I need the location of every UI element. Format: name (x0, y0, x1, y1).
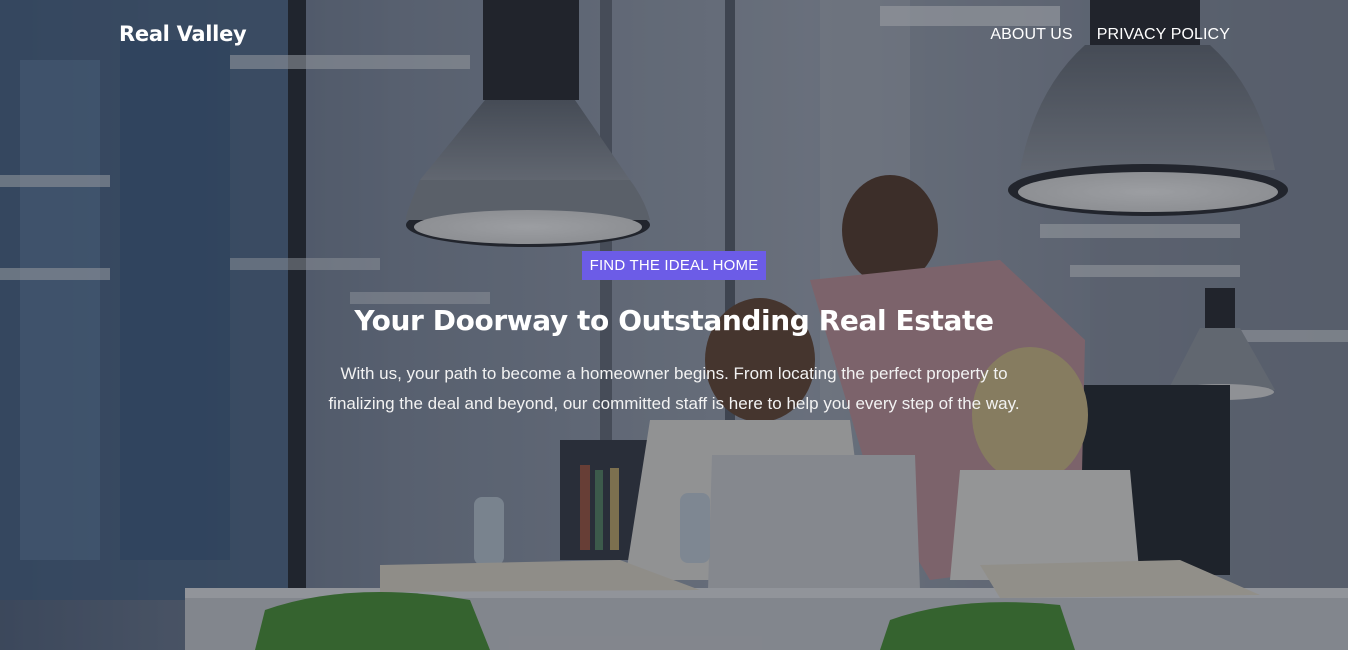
nav-link-privacy-policy[interactable]: PRIVACY POLICY (1097, 26, 1230, 44)
brand-logo-link[interactable]: Real Valley (119, 22, 247, 46)
top-navbar: Real Valley ABOUT US PRIVACY POLICY (0, 0, 1348, 72)
hero-content: FIND THE IDEAL HOME Your Doorway to Outs… (0, 251, 1348, 418)
hero-headline: Your Doorway to Outstanding Real Estate (354, 304, 994, 337)
hero-tagline-badge: FIND THE IDEAL HOME (581, 251, 767, 280)
hero-section: Real Valley ABOUT US PRIVACY POLICY FIND… (0, 0, 1348, 650)
hero-description: With us, your path to become a homeowner… (328, 364, 1020, 413)
nav-links: ABOUT US PRIVACY POLICY (990, 26, 1230, 44)
nav-link-about-us[interactable]: ABOUT US (990, 26, 1072, 44)
